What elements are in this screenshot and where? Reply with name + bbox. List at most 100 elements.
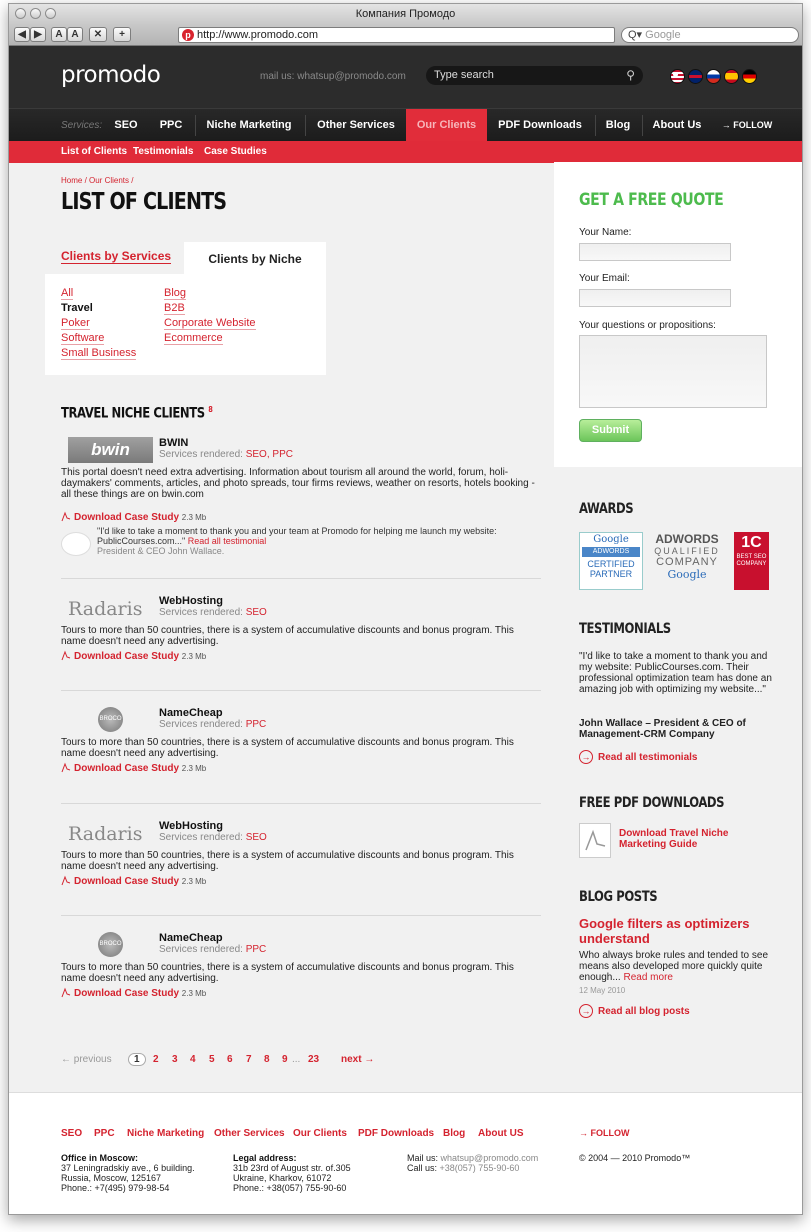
footer-nav-other-services[interactable]: Other Services (214, 1128, 285, 1139)
search-icon[interactable]: ⚲ (626, 66, 635, 85)
nav-item-blog[interactable]: Blog (601, 109, 635, 142)
pager-page[interactable]: 7 (246, 1054, 252, 1065)
add-bookmark-button[interactable]: + (113, 27, 131, 42)
zoom-window-button[interactable] (45, 8, 56, 19)
download-case-study[interactable]: Download Case Study 2.3 Mb (61, 650, 206, 662)
tab-clients-by-services[interactable]: Clients by Services (61, 249, 172, 264)
nav-item-about-us[interactable]: About Us (649, 109, 705, 142)
es-flag-icon[interactable] (724, 69, 739, 84)
download-link[interactable]: Download Case Study (74, 512, 179, 523)
stop-button[interactable]: ✕ (89, 27, 107, 42)
footer-nav-our-clients[interactable]: Our Clients (293, 1128, 347, 1139)
subnav-list-of-clients[interactable]: List of Clients (61, 146, 127, 157)
ru-flag-icon[interactable] (706, 69, 721, 84)
footer-nav-seo[interactable]: SEO (61, 1128, 82, 1139)
download-link[interactable]: Download Case Study (74, 651, 179, 662)
services-links[interactable]: PPC (246, 719, 267, 730)
services-links[interactable]: SEO, PPC (246, 449, 293, 460)
nav-follow-link[interactable]: → FOLLOW (717, 109, 777, 142)
name-field[interactable] (579, 243, 731, 261)
niche-ecommerce[interactable]: Ecommerce (164, 332, 223, 345)
download-link[interactable]: Download Case Study (74, 988, 179, 999)
read-testimonial-link[interactable]: Read all testimonial (188, 536, 267, 546)
services-links[interactable]: SEO (246, 832, 267, 843)
niche-travel[interactable]: Travel (61, 302, 93, 314)
services-links[interactable]: PPC (246, 944, 267, 955)
pager-page[interactable]: 3 (172, 1054, 178, 1065)
questions-textarea[interactable] (579, 335, 767, 408)
download-travel-guide-link[interactable]: Download Travel Niche Marketing Guide (619, 828, 749, 850)
download-case-study[interactable]: Download Case Study 2.3 Mb (61, 875, 206, 887)
download-link[interactable]: Download Case Study (74, 763, 179, 774)
text-smaller-button[interactable]: A (51, 27, 67, 42)
nav-item-pdf-downloads[interactable]: PDF Downloads (493, 109, 587, 142)
us-flag-icon[interactable] (670, 69, 685, 84)
download-case-study[interactable]: Download Case Study 2.3 Mb (61, 762, 206, 774)
de-flag-icon[interactable] (742, 69, 757, 84)
pager-page[interactable]: 6 (227, 1054, 233, 1065)
breadcrumb[interactable]: Home / Our Clients / (61, 176, 133, 185)
footer-nav-niche-marketing[interactable]: Niche Marketing (127, 1128, 204, 1139)
read-all-blog-posts-link[interactable]: → Read all blog posts (579, 1004, 690, 1018)
promodo-logo[interactable]: promodo (61, 62, 161, 88)
legal-address: Legal address: 31b 23rd of August str. o… (233, 1153, 351, 1193)
broco-logo-text: BROCO (98, 932, 123, 957)
pager-current-page[interactable]: 1 (128, 1053, 146, 1066)
address-bar[interactable]: p http://www.promodo.com (178, 27, 615, 43)
services-links[interactable]: SEO (246, 607, 267, 618)
pager-page[interactable]: 4 (190, 1054, 196, 1065)
footer-follow-link[interactable]: → FOLLOW (579, 1128, 630, 1138)
client-testimonial: "I'd like to take a moment to thank you … (61, 526, 541, 566)
download-case-study[interactable]: Download Case Study 2.3 Mb (61, 511, 206, 523)
site-search-input[interactable]: Type search ⚲ (426, 66, 643, 85)
award-best-seo-text: BEST SEO (736, 554, 767, 560)
pager-next[interactable]: next → (341, 1054, 374, 1065)
subnav-testimonials[interactable]: Testimonials (133, 146, 193, 157)
email-field[interactable] (579, 289, 731, 307)
niche-blog[interactable]: Blog (164, 287, 187, 300)
close-window-button[interactable] (15, 8, 26, 19)
nav-item-other-services[interactable]: Other Services (312, 109, 400, 142)
nav-item-niche-marketing[interactable]: Niche Marketing (203, 109, 295, 142)
mail-link[interactable]: whatsup@promodo.com (297, 71, 406, 82)
site-favicon-icon: p (182, 29, 194, 41)
back-button[interactable]: ◀ (14, 27, 30, 42)
pdf-icon (61, 875, 71, 886)
blog-post-title[interactable]: Google filters as optimizers understand (579, 916, 769, 946)
pager-page[interactable]: 5 (209, 1054, 215, 1065)
submit-button[interactable]: Submit (579, 419, 642, 442)
niche-small-business[interactable]: Small Business (61, 347, 137, 360)
nav-item-ppc[interactable]: PPC (157, 109, 185, 142)
pdf-downloads-title: FREE PDF DOWNLOADS (579, 795, 725, 811)
tab-clients-by-niche[interactable]: Clients by Niche (184, 242, 326, 274)
pager-page[interactable]: 2 (153, 1054, 159, 1065)
footer-nav-pdf-downloads[interactable]: PDF Downloads (358, 1128, 434, 1139)
blog-read-more-link[interactable]: Read more (624, 972, 673, 983)
pager-last-page[interactable]: 23 (308, 1054, 319, 1065)
footer-nav-blog[interactable]: Blog (443, 1128, 465, 1139)
uk-flag-icon[interactable] (688, 69, 703, 84)
address-line: Phone.: +38(057) 755-90-60 (233, 1183, 347, 1193)
quote-bubble-icon (61, 532, 91, 556)
niche-software[interactable]: Software (61, 332, 105, 345)
niche-poker[interactable]: Poker (61, 317, 90, 330)
footer-mail-link[interactable]: whatsup@promodo.com (441, 1153, 539, 1163)
forward-button[interactable]: ▶ (30, 27, 46, 42)
pager-page[interactable]: 8 (264, 1054, 270, 1065)
footer-nav-ppc[interactable]: PPC (94, 1128, 115, 1139)
niche-all[interactable]: All (61, 287, 74, 300)
minimize-window-button[interactable] (30, 8, 41, 19)
niche-corporate-website[interactable]: Corporate Website (164, 317, 256, 330)
pager-page[interactable]: 9 (282, 1054, 288, 1065)
read-all-testimonials-link[interactable]: → Read all testimonials (579, 750, 697, 764)
subnav-case-studies[interactable]: Case Studies (204, 146, 267, 157)
nav-item-our-clients[interactable]: Our Clients (406, 109, 487, 142)
text-larger-button[interactable]: A (67, 27, 83, 42)
browser-search-field[interactable]: Q▾ Google (621, 27, 799, 43)
pdf-icon (61, 511, 71, 522)
download-case-study[interactable]: Download Case Study 2.3 Mb (61, 987, 206, 999)
footer-nav-about-us[interactable]: About US (478, 1128, 524, 1139)
nav-item-seo[interactable]: SEO (112, 109, 140, 142)
download-link[interactable]: Download Case Study (74, 876, 179, 887)
niche-b2b[interactable]: B2B (164, 302, 185, 315)
